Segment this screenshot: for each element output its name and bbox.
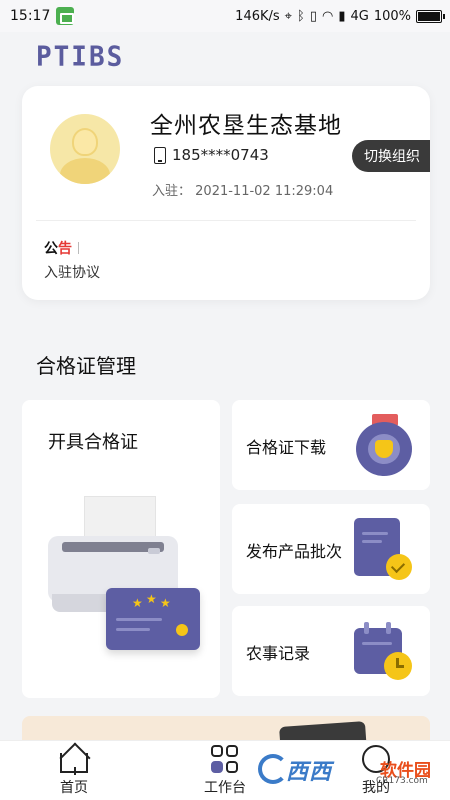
calendar-line xyxy=(362,642,392,645)
notification-app-icon xyxy=(56,7,75,25)
status-time: 15:17 xyxy=(10,8,51,24)
notice-label-part1: 公 xyxy=(44,241,58,257)
watermark-logo: 西西 软件园 CR173.com xyxy=(258,752,446,786)
calendar-clock-icon xyxy=(354,620,414,684)
nav-item-home[interactable]: 首页 xyxy=(34,741,114,800)
publish-batch-card[interactable]: 发布产品批次 xyxy=(232,504,430,594)
notice-label-part2: 告 xyxy=(58,241,72,257)
notice-separator xyxy=(78,242,79,254)
avatar-body-shape xyxy=(60,158,110,184)
grid-cell xyxy=(226,745,238,757)
farm-record-label: 农事记录 xyxy=(246,644,311,663)
farm-record-card[interactable]: 农事记录 xyxy=(232,606,430,696)
check-icon xyxy=(386,554,412,580)
section-title: 合格证管理 xyxy=(36,354,136,378)
phone-number: 185****0743 xyxy=(172,146,269,164)
profile-card: 全州农垦生态基地 185****0743 入驻： 2021-11-02 11:2… xyxy=(22,86,430,300)
star-icon: ★ xyxy=(160,596,171,610)
organization-name: 全州农垦生态基地 xyxy=(150,113,342,139)
grid-cell xyxy=(226,760,238,773)
avatar-head-shape xyxy=(72,128,98,156)
grid-cell xyxy=(211,760,223,773)
grid-cell xyxy=(211,745,223,757)
document-check-icon xyxy=(354,518,414,582)
watermark-brand: 西西 xyxy=(286,760,333,785)
certificate-line xyxy=(116,628,150,631)
document-line xyxy=(362,540,382,543)
avatar[interactable] xyxy=(50,114,120,184)
home-roof-shape xyxy=(60,743,88,757)
certificate-download-label: 合格证下载 xyxy=(246,438,327,457)
star-icon: ★ xyxy=(146,592,157,606)
printer-light xyxy=(148,548,160,554)
seal-icon xyxy=(176,624,188,636)
notice-label: 公告 xyxy=(44,238,72,258)
notice-tag: 公告 xyxy=(44,238,79,258)
printer-illustration-icon: ★ ★ ★ xyxy=(48,496,208,656)
app-logo: PTIBS xyxy=(36,41,125,73)
battery-percent: 100% xyxy=(373,8,411,24)
issue-certificate-label: 开具合格证 xyxy=(48,432,138,453)
status-bar-left: 15:17 xyxy=(10,7,75,25)
certificate-download-card[interactable]: 合格证下载 xyxy=(232,400,430,490)
star-icon: ★ xyxy=(132,596,143,610)
vibrate-icon: ▯ xyxy=(309,8,317,24)
nav-label-workbench: 工作台 xyxy=(204,780,246,796)
medal-icon xyxy=(356,414,414,478)
network-speed: 146K/s xyxy=(235,8,280,24)
switch-organization-button[interactable]: 切换组织 xyxy=(352,140,430,172)
location-icon: ⌖ xyxy=(284,8,292,24)
publish-batch-label: 发布产品批次 xyxy=(246,542,343,561)
battery-icon xyxy=(416,9,445,23)
phone-row: 185****0743 xyxy=(154,146,269,164)
signal-icon: ▮ xyxy=(338,8,346,24)
shield-icon xyxy=(375,440,393,458)
calendar-ring xyxy=(386,622,391,634)
watermark-url: CR173.com xyxy=(376,776,428,786)
bluetooth-icon: ᛒ xyxy=(297,8,305,24)
issue-certificate-card[interactable]: 开具合格证 ★ ★ ★ xyxy=(22,400,220,698)
status-bar-right: 146K/s ⌖ ᛒ ▯ ◠ ▮ 4G 100% xyxy=(235,8,445,24)
join-time-label: 入驻： xyxy=(152,184,192,199)
certificate-card-icon: ★ ★ ★ xyxy=(106,588,200,650)
document-line xyxy=(362,532,388,535)
nav-item-workbench[interactable]: 工作台 xyxy=(185,741,265,800)
certificate-line xyxy=(116,618,162,621)
phone-icon xyxy=(154,146,166,164)
join-time-row: 入驻： 2021-11-02 11:29:04 xyxy=(152,180,333,199)
clock-icon xyxy=(384,652,412,680)
status-bar: 15:17 146K/s ⌖ ᛒ ▯ ◠ ▮ 4G 100% xyxy=(0,0,450,32)
watermark-circle-icon xyxy=(258,754,288,784)
notice-item[interactable]: 入驻协议 xyxy=(44,262,100,282)
join-time-value: 2021-11-02 11:29:04 xyxy=(195,184,334,199)
calendar-ring xyxy=(364,622,369,634)
network-type: 4G xyxy=(350,8,369,24)
card-divider xyxy=(36,220,416,221)
wifi-icon: ◠ xyxy=(321,8,334,24)
nav-label-home: 首页 xyxy=(60,780,88,796)
workbench-grid-icon xyxy=(211,745,239,773)
